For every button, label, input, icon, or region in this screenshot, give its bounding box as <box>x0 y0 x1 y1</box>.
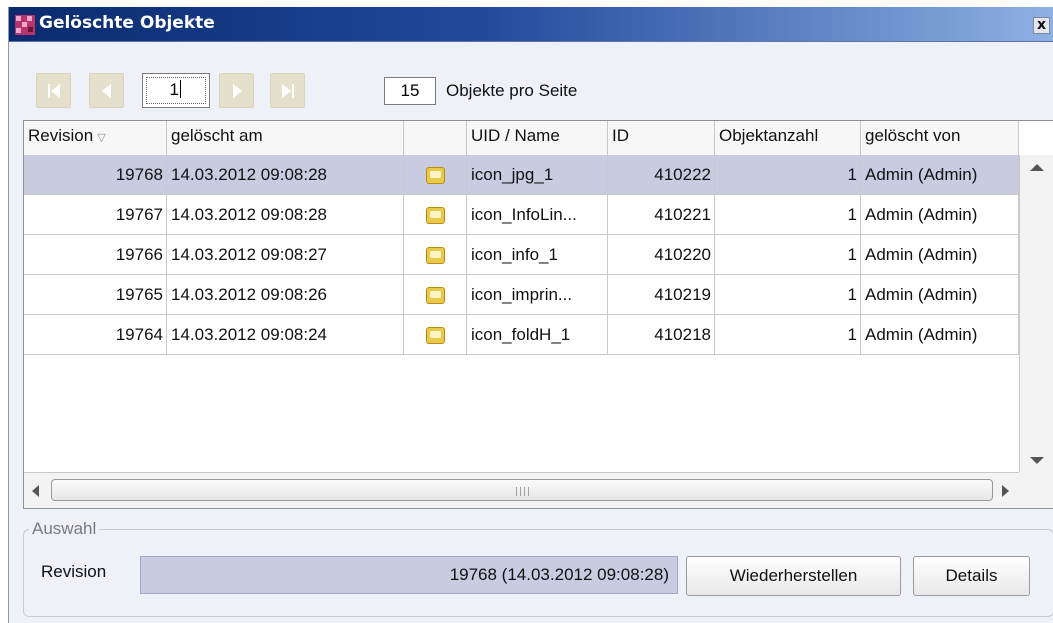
table-row[interactable]: 19766 14.03.2012 09:08:27 icon_info_1 41022… <box>24 235 1019 275</box>
table-row[interactable]: 19767 14.03.2012 09:08:28 icon_InfoLin... 4… <box>24 195 1019 235</box>
previous-page-icon <box>102 84 111 98</box>
page-number-input[interactable]: 1 <box>142 73 210 108</box>
cell-object-count: 1 <box>715 315 861 355</box>
column-header-type-icon[interactable] <box>404 121 467 155</box>
table-row[interactable]: 19768 14.03.2012 09:08:28 icon_jpg_1 410222… <box>24 155 1019 195</box>
image-icon <box>425 287 445 305</box>
last-page-button[interactable] <box>270 73 305 108</box>
vertical-scrollbar[interactable] <box>1019 155 1053 472</box>
cell-uid-name: icon_info_1 <box>467 235 608 275</box>
cell-uid-name: icon_jpg_1 <box>467 155 608 195</box>
cell-deleted-at: 14.03.2012 09:08:28 <box>167 195 404 235</box>
image-icon <box>425 247 445 265</box>
cell-deleted-by: Admin (Admin) <box>861 235 1019 275</box>
restore-button[interactable]: Wiederherstellen <box>686 556 901 596</box>
cell-id: 410221 <box>608 195 715 235</box>
column-header-deleted-by[interactable]: gelöscht von <box>861 121 1019 155</box>
cell-object-count: 1 <box>715 155 861 195</box>
details-button[interactable]: Details <box>913 556 1030 596</box>
column-header-revision[interactable]: Revision ▽ <box>24 121 167 155</box>
table-row[interactable]: 19764 14.03.2012 09:08:24 icon_foldH_1 4102… <box>24 315 1019 355</box>
cell-object-count: 1 <box>715 235 861 275</box>
cell-object-count: 1 <box>715 195 861 235</box>
cell-id: 410220 <box>608 235 715 275</box>
cell-type-icon <box>404 235 467 275</box>
sort-descending-icon: ▽ <box>97 132 106 144</box>
cell-type-icon <box>404 155 467 195</box>
column-header-id[interactable]: ID <box>608 121 715 155</box>
scroll-arrows-icon <box>1030 164 1044 464</box>
cell-type-icon <box>404 315 467 355</box>
cell-id: 410219 <box>608 275 715 315</box>
first-page-button[interactable] <box>36 73 71 108</box>
objects-per-page-input[interactable]: 15 <box>384 77 436 105</box>
revision-label: Revision <box>41 562 107 581</box>
column-header-object-count[interactable]: Objektanzahl <box>715 121 861 155</box>
app-icon <box>15 15 35 35</box>
column-header-uid-name[interactable]: UID / Name <box>467 121 608 155</box>
cell-revision: 19766 <box>24 235 167 275</box>
cell-uid-name: icon_InfoLin... <box>467 195 608 235</box>
selection-group-label: Auswahl <box>29 519 100 539</box>
deleted-objects-table: Revision ▽ gelöscht am UID / Name ID Obje… <box>23 120 1053 509</box>
image-icon <box>425 207 445 225</box>
deleted-objects-dialog: Gelöschte Objekte x 1 15 Objekte pro Sei… <box>8 7 1053 623</box>
last-page-icon <box>282 84 294 98</box>
table-header: Revision ▽ gelöscht am UID / Name ID Obje… <box>24 121 1019 156</box>
image-icon <box>425 327 445 345</box>
objects-per-page-label: Objekte pro Seite <box>446 81 578 100</box>
first-page-icon <box>48 84 60 98</box>
cell-deleted-by: Admin (Admin) <box>861 155 1019 195</box>
image-icon <box>425 167 445 185</box>
cell-deleted-by: Admin (Admin) <box>861 275 1019 315</box>
next-page-button[interactable] <box>219 73 254 108</box>
close-button[interactable]: x <box>1033 17 1050 34</box>
cell-deleted-at: 14.03.2012 09:08:24 <box>167 315 404 355</box>
grip-icon: |||| <box>515 487 532 497</box>
cell-object-count: 1 <box>715 275 861 315</box>
cell-type-icon <box>404 195 467 235</box>
title-bar[interactable]: Gelöschte Objekte x <box>9 7 1053 42</box>
cell-uid-name: icon_imprin... <box>467 275 608 315</box>
window-title: Gelöschte Objekte <box>39 13 215 33</box>
cell-uid-name: icon_foldH_1 <box>467 315 608 355</box>
cell-type-icon <box>404 275 467 315</box>
horizontal-scrollbar[interactable]: |||| <box>24 472 1019 508</box>
cell-revision: 19767 <box>24 195 167 235</box>
column-header-deleted-at[interactable]: gelöscht am <box>167 121 404 155</box>
previous-page-button[interactable] <box>89 73 124 108</box>
cell-revision: 19764 <box>24 315 167 355</box>
cell-deleted-by: Admin (Admin) <box>861 315 1019 355</box>
cell-id: 410222 <box>608 155 715 195</box>
cell-revision: 19765 <box>24 275 167 315</box>
cell-deleted-by: Admin (Admin) <box>861 195 1019 235</box>
cell-deleted-at: 14.03.2012 09:08:26 <box>167 275 404 315</box>
cell-revision: 19768 <box>24 155 167 195</box>
cell-deleted-at: 14.03.2012 09:08:27 <box>167 235 404 275</box>
cell-deleted-at: 14.03.2012 09:08:28 <box>167 155 404 195</box>
table-row[interactable]: 19765 14.03.2012 09:08:26 icon_imprin... 41… <box>24 275 1019 315</box>
revision-value-field: 19768 (14.03.2012 09:08:28) <box>140 556 678 594</box>
cell-id: 410218 <box>608 315 715 355</box>
scrollbar-corner <box>1019 472 1053 508</box>
horizontal-scroll-thumb[interactable]: |||| <box>51 479 993 501</box>
next-page-icon <box>233 84 242 98</box>
